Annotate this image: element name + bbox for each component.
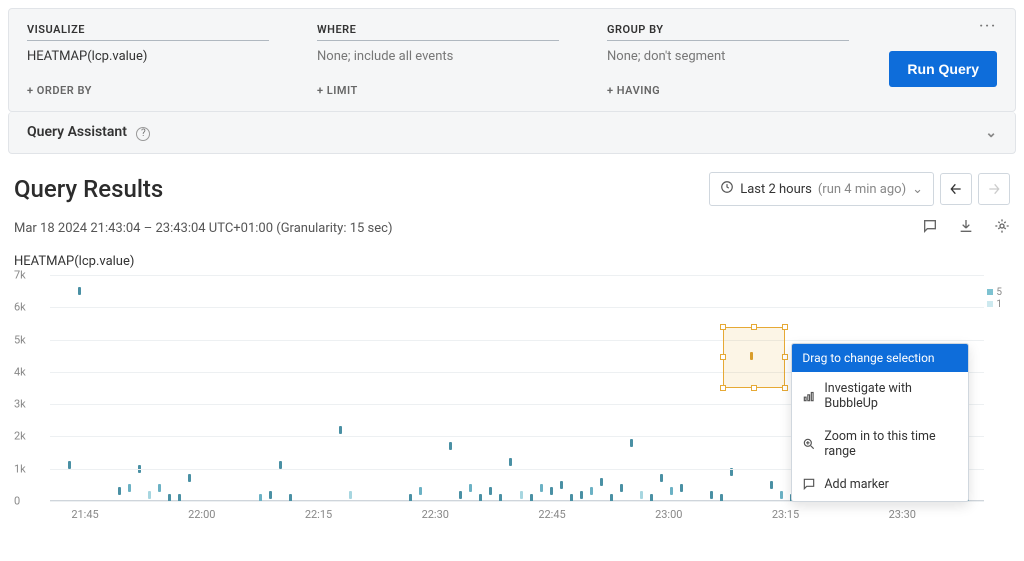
y-tick: 5k [14,333,26,346]
time-range-label: Last 2 hours [740,182,812,197]
y-tick: 6k [14,301,26,314]
heatmap-cell[interactable] [158,484,161,492]
selection-handle[interactable] [782,354,788,360]
heatmap-cell[interactable] [419,487,422,495]
nav-forward-button[interactable] [978,173,1010,205]
heatmap-cell[interactable] [590,487,593,495]
clock-icon [720,180,734,198]
x-tick: 22:30 [422,508,449,521]
heatmap-cell[interactable] [670,487,673,495]
heatmap-cell[interactable] [680,484,683,492]
results-title: Query Results [14,175,163,203]
heatmap-cell[interactable] [148,491,151,499]
context-menu-item[interactable]: Zoom in to this time range [792,420,968,468]
heatmap-cell[interactable] [770,481,773,489]
heatmap-cell[interactable] [78,287,81,295]
where-value[interactable]: None; include all events [317,47,559,74]
query-assistant-label: Query Assistant [27,124,127,140]
where-label: WHERE [317,23,559,41]
add-limit[interactable]: + LIMIT [317,74,358,111]
gear-icon[interactable] [994,218,1010,238]
nav-back-button[interactable] [940,173,972,205]
x-tick: 22:00 [188,508,215,521]
x-tick: 23:30 [889,508,916,521]
heatmap-cell[interactable] [620,484,623,492]
x-tick: 21:45 [71,508,98,521]
groupby-label: GROUP BY [607,23,849,41]
selection-handle[interactable] [720,324,726,330]
heatmap-cell[interactable] [459,491,462,499]
y-tick: 1k [14,462,26,475]
marker-icon [802,477,816,491]
y-tick: 7k [14,269,26,282]
selection-handle[interactable] [720,385,726,391]
add-orderby[interactable]: + ORDER BY [27,74,92,111]
bubbleup-icon [802,389,816,403]
heatmap-cell[interactable] [600,478,603,486]
selection-handle[interactable] [782,385,788,391]
selection-handle[interactable] [720,354,726,360]
heatmap-cell[interactable] [339,426,342,434]
zoom-icon [802,437,816,451]
heatmap-cell[interactable] [550,487,553,495]
heatmap-cell[interactable] [640,491,643,499]
heatmap-cell[interactable] [188,474,191,482]
x-tick: 23:00 [655,508,682,521]
heatmap-cell[interactable] [349,491,352,499]
heatmap-cell[interactable] [489,487,492,495]
query-assistant-toggle[interactable]: Query Assistant ? ⌄ [8,112,1016,154]
heatmap-cell[interactable] [128,484,131,492]
x-tick: 22:15 [305,508,332,521]
heatmap-cell[interactable] [580,491,583,499]
context-menu-item[interactable]: Investigate with BubbleUp [792,372,968,420]
chart-title: HEATMAP(lcp.value) [0,244,1024,269]
y-tick: 3k [14,398,26,411]
heatmap-legend: 5 1 [987,287,1002,311]
heatmap-cell[interactable] [660,474,663,482]
x-tick: 22:45 [538,508,565,521]
groupby-value[interactable]: None; don't segment [607,47,849,74]
selection-handle[interactable] [782,324,788,330]
x-tick: 23:15 [772,508,799,521]
heatmap-cell[interactable] [118,487,121,495]
time-range-detail: Mar 18 2024 21:43:04 – 23:43:04 UTC+01:0… [14,221,392,236]
context-menu-item[interactable]: Add marker [792,468,968,501]
query-builder: ··· VISUALIZE HEATMAP(lcp.value) + ORDER… [8,8,1016,112]
chevron-down-icon: ⌄ [912,182,923,197]
chevron-down-icon: ⌄ [985,125,997,141]
time-range-button[interactable]: Last 2 hours (run 4 min ago) ⌄ [709,172,934,206]
heatmap-chart[interactable]: 5 1 01k2k3k4k5k6k7k21:4522:0022:1522:302… [14,275,1004,525]
heatmap-cell[interactable] [449,442,452,450]
help-icon: ? [136,127,150,141]
context-menu-title: Drag to change selection [792,344,968,372]
add-having[interactable]: + HAVING [607,74,660,111]
heatmap-cell[interactable] [520,491,523,499]
heatmap-cell[interactable] [469,484,472,492]
heatmap-cell[interactable] [540,484,543,492]
more-icon[interactable]: ··· [979,19,997,34]
heatmap-cell[interactable] [780,491,783,499]
context-menu-item-label: Add marker [824,477,888,492]
y-tick: 4k [14,365,26,378]
run-query-button[interactable]: Run Query [889,51,997,87]
visualize-value[interactable]: HEATMAP(lcp.value) [27,47,269,74]
heatmap-cell[interactable] [560,481,563,489]
comment-icon[interactable] [922,218,938,238]
context-menu-item-label: Zoom in to this time range [824,429,958,459]
heatmap-cell[interactable] [269,491,272,499]
heatmap-cell[interactable] [630,439,633,447]
download-icon[interactable] [958,218,974,238]
context-menu: Drag to change selection Investigate with… [791,343,969,502]
y-tick: 0 [14,495,20,508]
heatmap-cell[interactable] [509,458,512,466]
selection-handle[interactable] [751,385,757,391]
y-tick: 2k [14,430,26,443]
selection-box[interactable] [723,327,786,388]
heatmap-cell[interactable] [710,491,713,499]
visualize-label: VISUALIZE [27,23,269,41]
time-ago: (run 4 min ago) [818,182,906,197]
context-menu-item-label: Investigate with BubbleUp [824,381,958,411]
selection-handle[interactable] [751,324,757,330]
